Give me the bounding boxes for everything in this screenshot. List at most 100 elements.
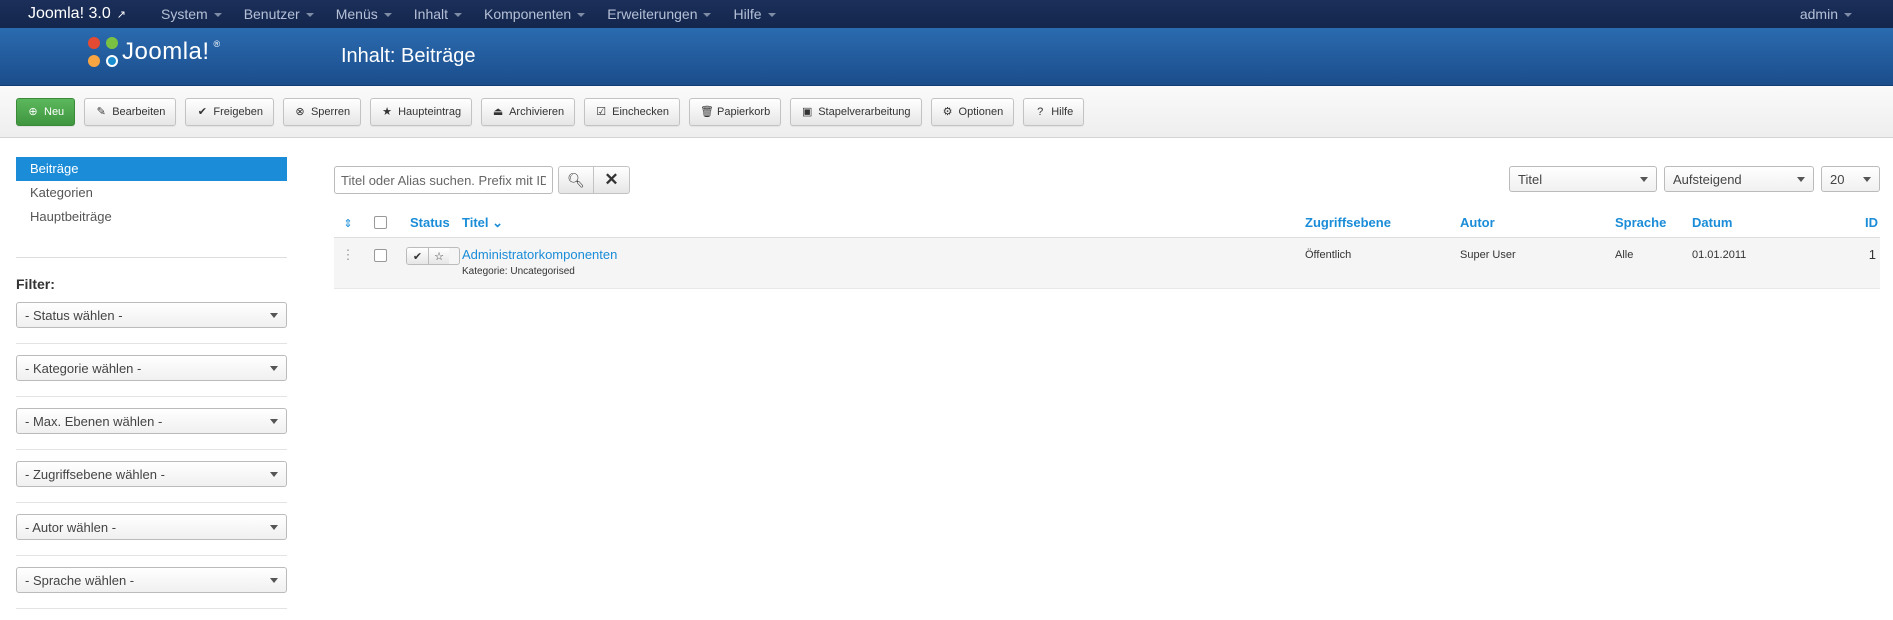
header-status[interactable]: Status	[398, 215, 460, 230]
caret-down-icon	[270, 577, 278, 583]
checkin-label: Einchecken	[612, 105, 669, 118]
brand-label: Joomla! 3.0	[28, 5, 111, 22]
options-button[interactable]: ⚙ Optionen	[930, 97, 1015, 126]
filter-category-select[interactable]: - Kategorie wählen -	[16, 355, 287, 381]
header-access[interactable]: Zugriffsebene	[1305, 215, 1460, 230]
page-title: Inhalt: Beiträge	[341, 45, 476, 67]
header-author[interactable]: Autor	[1460, 215, 1615, 230]
header-date[interactable]: Datum	[1692, 215, 1842, 230]
edit-label: Bearbeiten	[112, 105, 166, 118]
help-button[interactable]: ? Hilfe	[1023, 97, 1085, 126]
caret-down-icon	[577, 13, 586, 17]
header-language[interactable]: Sprache	[1615, 215, 1692, 230]
unpublish-button[interactable]: ⊗ Sperren	[282, 97, 362, 126]
help-label: Hilfe	[1051, 105, 1074, 118]
caret-down-icon	[213, 13, 222, 17]
caret-down-icon	[703, 13, 712, 17]
drag-handle[interactable]: ⋮	[334, 247, 362, 262]
edit-icon: ✎	[96, 106, 106, 118]
clear-search-button[interactable]: ✕	[594, 166, 630, 194]
row-author[interactable]: Super User	[1460, 247, 1615, 261]
brand-link[interactable]: Joomla! 3.0 ↗	[0, 5, 150, 23]
close-icon: ✕	[604, 170, 619, 189]
user-menu[interactable]: admin	[1789, 0, 1863, 28]
list-limit-select[interactable]: 20	[1821, 166, 1880, 192]
select-value: Titel	[1518, 171, 1543, 187]
ordering-header[interactable]: ⇕	[334, 215, 362, 230]
filter-author-select[interactable]: - Autor wählen -	[16, 514, 287, 540]
search-icon: 🔍︎	[567, 171, 585, 188]
top-navbar: Joomla! 3.0 ↗ System Benutzer Menüs Inha…	[0, 0, 1893, 28]
caret-down-icon	[1844, 13, 1852, 17]
filter-levels-select[interactable]: - Max. Ebenen wählen -	[16, 408, 287, 434]
publish-button[interactable]: ✔ Freigeben	[185, 97, 274, 126]
menu-inhalt[interactable]: Inhalt	[403, 6, 473, 22]
article-title-link[interactable]: Administratorkomponenten	[462, 247, 1305, 262]
archive-label: Archivieren	[509, 105, 565, 118]
select-value: - Sprache wählen -	[25, 572, 135, 588]
caret-down-icon	[1797, 176, 1805, 182]
select-value: - Autor wählen -	[25, 519, 117, 535]
row-checkbox[interactable]	[373, 249, 387, 262]
row-check-cell	[362, 247, 398, 262]
menu-user[interactable]: admin	[1789, 6, 1863, 22]
status-toggle-group: ✔ ☆	[406, 247, 460, 265]
external-link-icon: ↗	[116, 8, 126, 21]
trash-button[interactable]: 🗑 Papierkorb	[689, 97, 782, 126]
search-input[interactable]	[334, 166, 553, 194]
menu-hilfe[interactable]: Hilfe	[722, 6, 786, 22]
featured-star-icon[interactable]: ☆	[428, 248, 449, 264]
row-date: 01.01.2011	[1692, 249, 1747, 261]
sidebar-item-hauptbeitraege[interactable]: Hauptbeiträge	[16, 205, 287, 229]
checkin-button[interactable]: ☑ Einchecken	[584, 97, 680, 126]
action-toolbar: ⊕ Neu ✎ Bearbeiten ✔ Freigeben ⊗ Sperren ★ Ha…	[0, 86, 1893, 138]
menu-benutzer[interactable]: Benutzer	[233, 6, 325, 22]
sort-icon: ⇕	[343, 218, 353, 230]
select-value: 20	[1830, 171, 1845, 187]
featured-button[interactable]: ★ Haupteintrag	[370, 97, 473, 126]
user-label: admin	[1799, 6, 1838, 22]
select-value: - Kategorie wählen -	[25, 360, 142, 376]
caret-down-icon	[1863, 176, 1871, 182]
filter-language-block: - Sprache wählen -	[16, 567, 287, 609]
batch-button[interactable]: ▣ Stapelverarbeitung	[790, 97, 922, 126]
trash-label: Papierkorb	[717, 105, 771, 118]
published-toggle[interactable]: ✔	[407, 248, 428, 264]
drag-handle-icon: ⋮	[341, 247, 355, 262]
check-all-checkbox[interactable]	[373, 216, 387, 229]
row-access: Öffentlich	[1305, 249, 1352, 261]
table-header: ⇕ Status Titel ⌄ Zugriffsebene Autor Spr…	[334, 208, 1880, 238]
checkbox-icon: ☑	[596, 106, 607, 118]
plus-circle-icon: ⊕	[28, 106, 38, 118]
cancel-circle-icon: ⊗	[295, 106, 305, 118]
menu-label: System	[161, 6, 208, 22]
new-button[interactable]: ⊕ Neu	[16, 97, 76, 126]
filter-language-select[interactable]: - Sprache wählen -	[16, 567, 287, 593]
menu-label: Inhalt	[413, 6, 449, 22]
sidebar: Beiträge Kategorien Hauptbeiträge Filter…	[16, 157, 287, 620]
order-direction-select[interactable]: Aufsteigend	[1664, 166, 1814, 192]
filter-category-block: - Kategorie wählen -	[16, 355, 287, 397]
edit-button[interactable]: ✎ Bearbeiten	[84, 97, 177, 126]
main-content: 🔍︎ ✕ Titel Aufsteigend 20 ⇕ Status Titel…	[334, 166, 1880, 289]
sidebar-item-beitraege[interactable]: Beiträge	[16, 157, 287, 181]
filter-status-select[interactable]: - Status wählen -	[16, 302, 287, 328]
menu-komponenten[interactable]: Komponenten	[473, 6, 596, 22]
menu-menus[interactable]: Menüs	[325, 6, 403, 22]
caret-down-icon	[383, 13, 392, 17]
featured-label: Haupteintrag	[398, 105, 462, 118]
filter-access-select[interactable]: - Zugriffsebene wählen -	[16, 461, 287, 487]
caret-down-icon	[270, 418, 278, 424]
sidebar-item-kategorien[interactable]: Kategorien	[16, 181, 287, 205]
header-id[interactable]: ID	[1842, 215, 1878, 230]
menu-label: Komponenten	[484, 6, 572, 22]
menu-label: Benutzer	[243, 6, 300, 22]
order-by-select[interactable]: Titel	[1509, 166, 1657, 192]
menu-system[interactable]: System	[150, 6, 233, 22]
header-title[interactable]: Titel ⌄	[460, 215, 1305, 231]
search-button[interactable]: 🔍︎	[558, 166, 594, 194]
menu-label: Menüs	[335, 6, 378, 22]
archive-button[interactable]: ⏏ Archivieren	[481, 97, 576, 126]
archive-icon: ⏏	[492, 106, 504, 118]
menu-erweiterungen[interactable]: Erweiterungen	[596, 6, 722, 22]
